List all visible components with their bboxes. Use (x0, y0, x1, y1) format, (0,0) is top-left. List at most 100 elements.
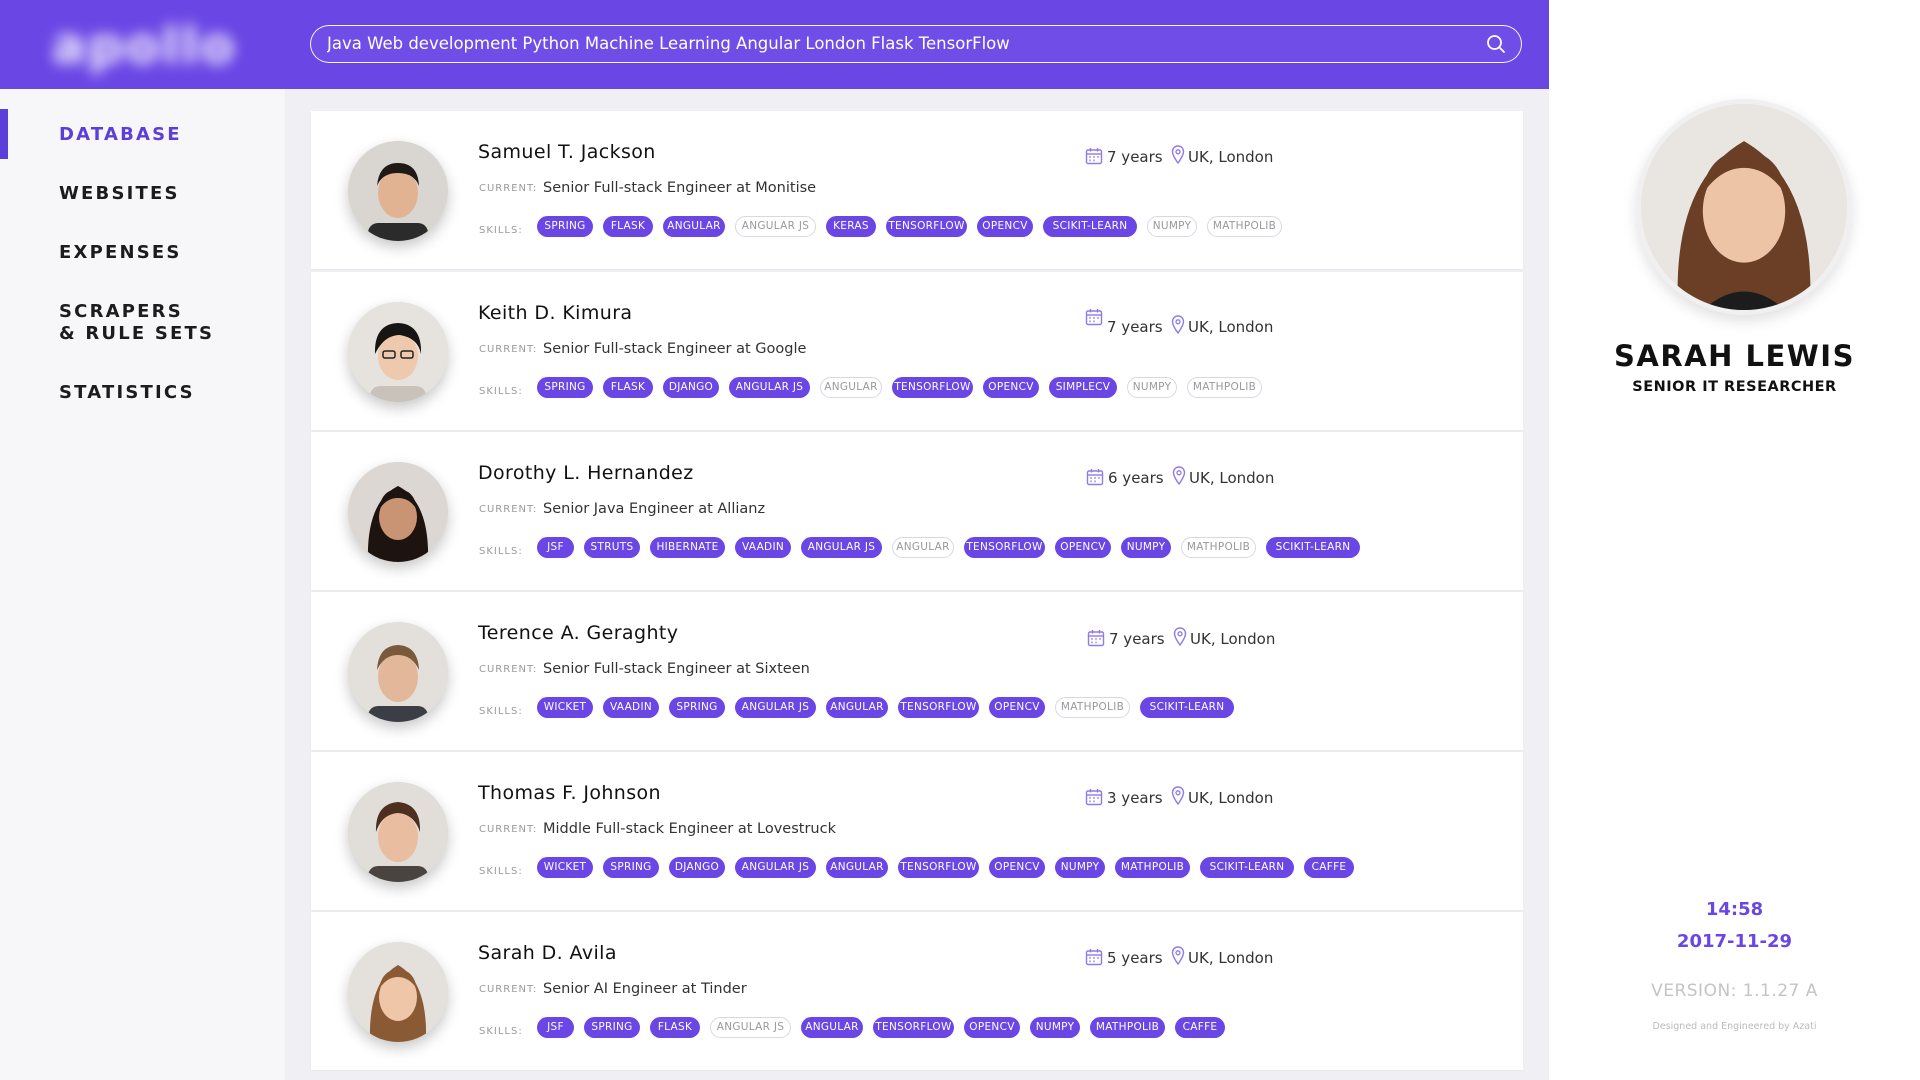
skill-tag[interactable]: MATHPOLIB (1055, 697, 1130, 718)
skill-tag[interactable]: TENSORFLOW (898, 697, 979, 718)
skill-tag[interactable]: SPRING (669, 697, 725, 718)
search-box[interactable] (310, 25, 1522, 63)
skill-tag[interactable]: NUMPY (1030, 1017, 1080, 1038)
skill-tag[interactable]: SPRING (584, 1017, 640, 1038)
skill-tag[interactable]: SPRING (603, 857, 659, 878)
skill-tag[interactable]: ANGULAR JS (735, 216, 816, 237)
logo[interactable]: apollo (52, 17, 237, 75)
candidate-card[interactable]: Thomas F. Johnson CURRENT: Middle Full-s… (311, 752, 1523, 910)
skill-tag[interactable]: ANGULAR JS (735, 697, 816, 718)
skill-tag[interactable]: CAFFE (1304, 857, 1354, 878)
skill-tag[interactable]: ANGULAR JS (801, 537, 882, 558)
skill-tag[interactable]: ANGULAR JS (710, 1017, 791, 1038)
skill-tag[interactable]: ANGULAR (892, 537, 954, 558)
skill-tag[interactable]: NUMPY (1055, 857, 1105, 878)
candidate-name[interactable]: Dorothy L. Hernandez (478, 462, 694, 484)
skill-tag[interactable]: MATHPOLIB (1181, 537, 1256, 558)
skill-tag[interactable]: OPENCV (1055, 537, 1111, 558)
skill-tag[interactable]: HIBERNATE (650, 537, 725, 558)
avatar[interactable] (348, 302, 448, 402)
skill-tag[interactable]: WICKET (537, 697, 593, 718)
skill-tag[interactable]: ANGULAR (801, 1017, 863, 1038)
candidate-name[interactable]: Keith D. Kimura (478, 302, 632, 324)
sidebar-item-database[interactable]: DATABASE (59, 124, 182, 146)
candidate-name[interactable]: Thomas F. Johnson (478, 782, 661, 804)
skill-tag[interactable]: VAADIN (735, 537, 791, 558)
skill-tag[interactable]: SCIKIT-LEARN (1200, 857, 1294, 878)
skill-tag[interactable]: ANGULAR (820, 377, 882, 398)
avatar[interactable] (348, 942, 448, 1042)
skill-tag[interactable]: ANGULAR (663, 216, 725, 237)
skill-tag[interactable]: ANGULAR JS (735, 857, 816, 878)
skill-tag[interactable]: STRUTS (584, 537, 640, 558)
skill-tag[interactable]: ANGULAR (826, 857, 888, 878)
skill-tag[interactable]: TENSORFLOW (964, 537, 1045, 558)
skill-tag[interactable]: JSF (537, 1017, 574, 1038)
skill-tag[interactable]: MATHPOLIB (1115, 857, 1190, 878)
avatar[interactable] (348, 622, 448, 722)
skill-tag[interactable]: OPENCV (983, 377, 1039, 398)
candidate-name[interactable]: Terence A. Geraghty (478, 622, 678, 644)
search-input[interactable] (327, 26, 1477, 61)
skill-tag[interactable]: SPRING (537, 377, 593, 398)
skill-tag[interactable]: NUMPY (1127, 377, 1177, 398)
avatar-image (348, 302, 448, 402)
skill-tag[interactable]: KERAS (826, 216, 876, 237)
skill-tag[interactable]: SPRING (537, 216, 593, 237)
skill-tag[interactable]: TENSORFLOW (886, 216, 967, 237)
experience-years: 3 years (1107, 789, 1163, 807)
skill-tag[interactable]: SIMPLECV (1049, 377, 1117, 398)
search-icon[interactable] (1486, 34, 1506, 54)
skill-tag[interactable]: NUMPY (1121, 537, 1171, 558)
skill-tag[interactable]: SCIKIT-LEARN (1266, 537, 1360, 558)
candidate-list: Samuel T. Jackson CURRENT: Senior Full-s… (285, 89, 1549, 1080)
avatar[interactable] (348, 462, 448, 562)
skill-tag[interactable]: TENSORFLOW (892, 377, 973, 398)
skill-tag[interactable]: FLASK (603, 216, 653, 237)
skill-tag[interactable]: TENSORFLOW (873, 1017, 954, 1038)
skill-tag[interactable]: FLASK (650, 1017, 700, 1038)
candidate-card[interactable]: Sarah D. Avila CURRENT: Senior AI Engine… (311, 912, 1523, 1070)
candidate-card[interactable]: Terence A. Geraghty CURRENT: Senior Full… (311, 592, 1523, 750)
skill-tag[interactable]: DJANGO (663, 377, 719, 398)
skill-tag[interactable]: NUMPY (1147, 216, 1197, 237)
skill-tag[interactable]: ANGULAR (826, 697, 888, 718)
avatar[interactable] (348, 141, 448, 241)
skill-tag[interactable]: OPENCV (977, 216, 1033, 237)
skill-tag[interactable]: OPENCV (964, 1017, 1020, 1038)
skill-tag[interactable]: SCIKIT-LEARN (1140, 697, 1234, 718)
skill-tag[interactable]: TENSORFLOW (898, 857, 979, 878)
logo-text: apollo (52, 17, 237, 75)
skill-tag[interactable]: DJANGO (669, 857, 725, 878)
experience-years: 7 years (1107, 148, 1163, 166)
location-pin-icon (1173, 627, 1187, 647)
sidebar-item-expenses[interactable]: EXPENSES (59, 242, 182, 264)
skill-tag[interactable]: JSF (537, 537, 574, 558)
skill-tag[interactable]: ANGULAR JS (729, 377, 810, 398)
candidate-card[interactable]: Dorothy L. Hernandez CURRENT: Senior Jav… (311, 432, 1523, 590)
skill-tag[interactable]: MATHPOLIB (1207, 216, 1282, 237)
experience-years: 7 years (1109, 630, 1165, 648)
skill-tag[interactable]: MATHPOLIB (1187, 377, 1262, 398)
skill-tags: WICKET VAADIN SPRING ANGULAR JS ANGULAR TENSO… (537, 697, 1497, 719)
candidate-card[interactable]: Samuel T. Jackson CURRENT: Senior Full-s… (311, 111, 1523, 269)
skill-tag[interactable]: WICKET (537, 857, 593, 878)
profile-avatar[interactable] (1636, 99, 1852, 315)
skill-tag[interactable]: OPENCV (989, 857, 1045, 878)
avatar[interactable] (348, 782, 448, 882)
candidate-card[interactable]: Keith D. Kimura CURRENT: Senior Full-sta… (311, 272, 1523, 430)
sidebar-item-statistics[interactable]: STATISTICS (59, 382, 195, 404)
skill-tag[interactable]: MATHPOLIB (1090, 1017, 1165, 1038)
location: UK, London (1189, 469, 1275, 487)
skill-tag[interactable]: VAADIN (603, 697, 659, 718)
skill-tag[interactable]: CAFFE (1175, 1017, 1225, 1038)
candidate-name[interactable]: Sarah D. Avila (478, 942, 617, 964)
calendar-icon (1085, 789, 1103, 806)
skill-tag[interactable]: SCIKIT-LEARN (1043, 216, 1137, 237)
skill-tag[interactable]: FLASK (603, 377, 653, 398)
location-pin-icon (1171, 786, 1185, 806)
candidate-name[interactable]: Samuel T. Jackson (478, 141, 656, 163)
skill-tag[interactable]: OPENCV (989, 697, 1045, 718)
sidebar-item-scrapers[interactable]: SCRAPERS & RULE SETS (59, 301, 214, 345)
sidebar-item-websites[interactable]: WEBSITES (59, 183, 180, 205)
